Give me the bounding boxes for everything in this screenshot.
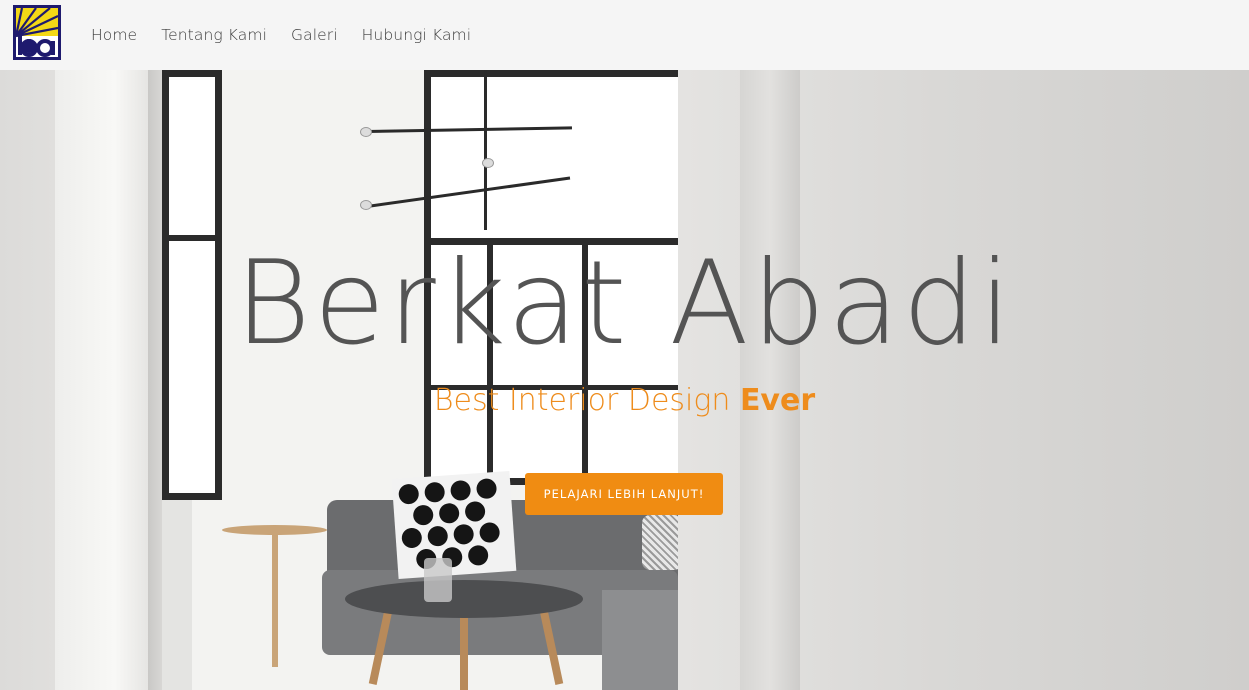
lamp-bulb [360, 127, 372, 137]
nav-link-home[interactable]: Home [91, 26, 137, 44]
lamp-bulb [482, 158, 494, 168]
sofa-chaise [602, 590, 678, 690]
lamp-bulb [360, 200, 372, 210]
logo-sun-icon [16, 8, 58, 57]
learn-more-button[interactable]: PELAJARI LEBIH LANJUT! [525, 473, 723, 515]
hero-section: Berkat Abadi Best Interior Design Ever P… [0, 70, 1249, 690]
nav-link-hubungi-kami[interactable]: Hubungi Kami [362, 26, 472, 44]
logo-mark [16, 8, 58, 57]
side-table-leg [272, 532, 278, 667]
polka-dot-pillow [391, 471, 517, 579]
glass-jar [424, 558, 452, 602]
navbar: Home Tentang Kami Galeri Hubungi Kami [0, 0, 1249, 70]
brand-logo[interactable] [13, 5, 61, 60]
patterned-pillow [642, 515, 678, 570]
hero-subtitle-text: Best Interior Design [433, 383, 731, 418]
hero-title: Berkat Abadi [234, 236, 1015, 371]
background-wall-left [55, 70, 155, 690]
hero-subtitle-emphasis: Ever [739, 383, 816, 418]
main-nav: Home Tentang Kami Galeri Hubungi Kami [91, 0, 495, 70]
table-leg [460, 610, 468, 690]
nav-link-galeri[interactable]: Galeri [291, 26, 338, 44]
background-wall-right [740, 70, 800, 690]
hero-subtitle: Best Interior Design Ever [0, 386, 1249, 416]
nav-link-tentang-kami[interactable]: Tentang Kami [161, 26, 267, 44]
coffee-table [345, 580, 583, 618]
window-left-bar [162, 235, 222, 241]
interior-photo [162, 70, 678, 690]
pendant-lamp [484, 70, 487, 230]
